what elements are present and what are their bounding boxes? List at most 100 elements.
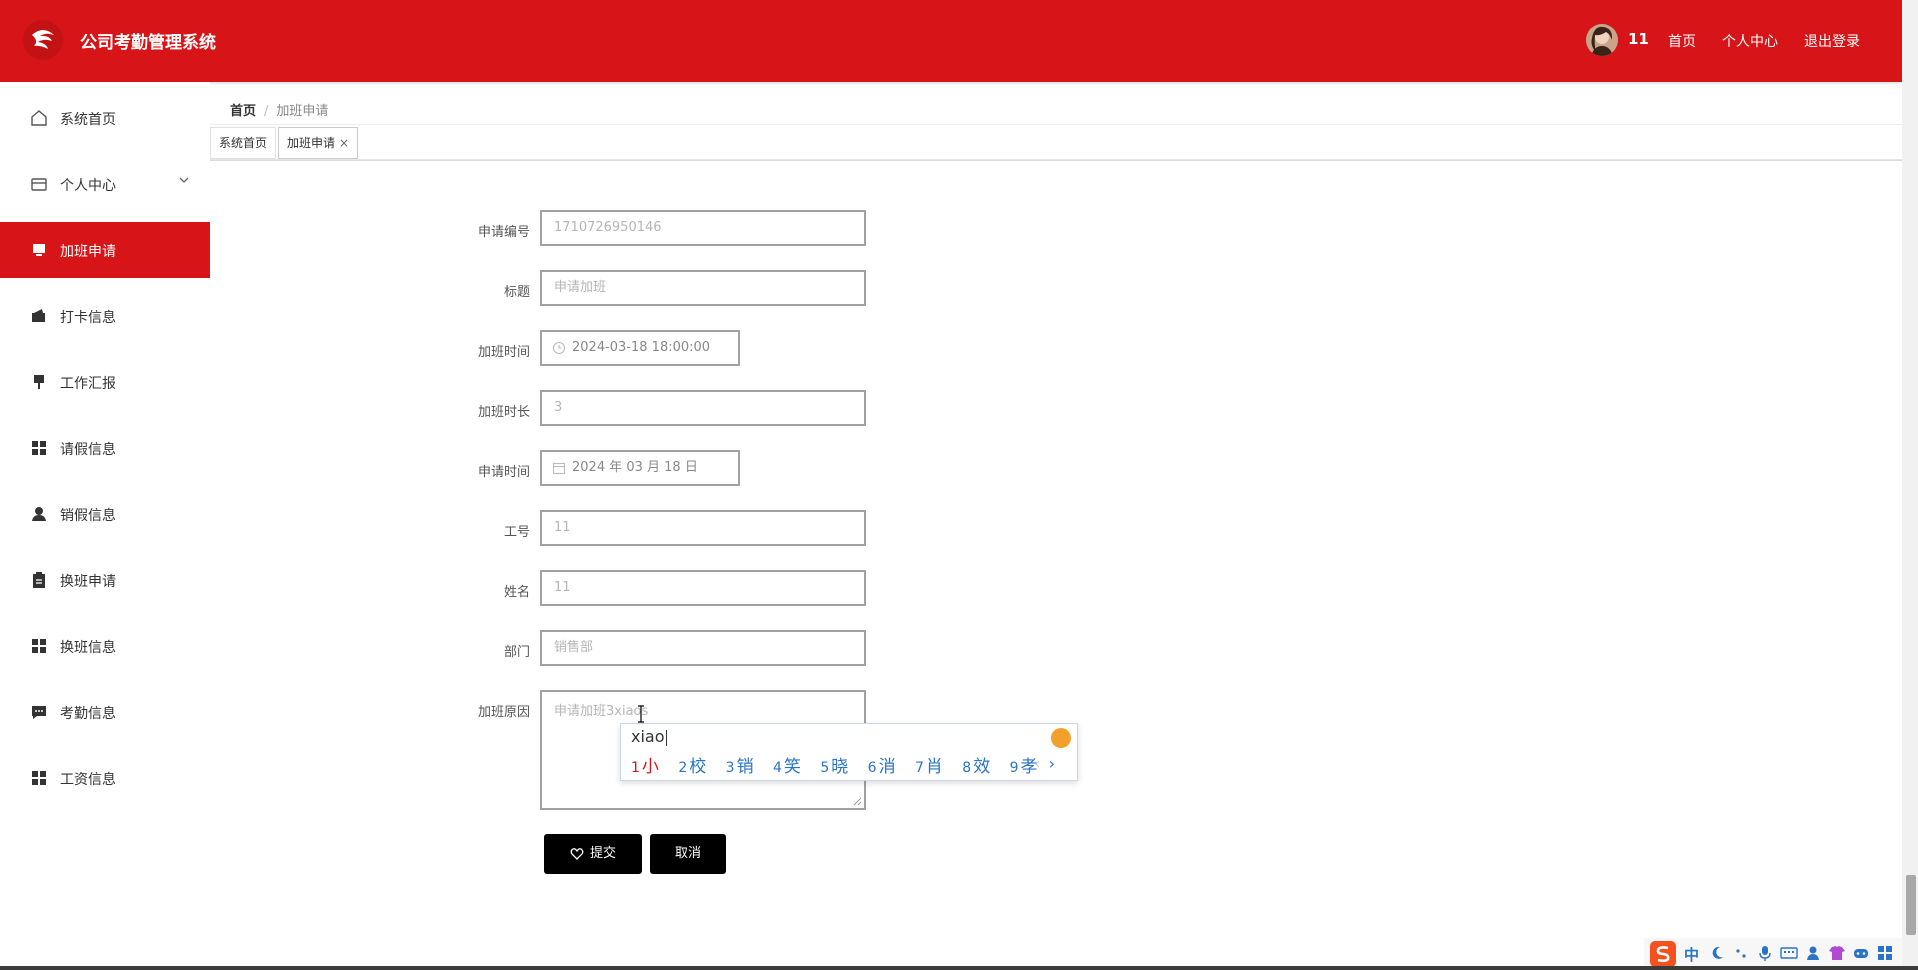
overtime-duration-input[interactable]: 3 (540, 390, 866, 426)
ime-candidate[interactable]: 5晓 (820, 752, 848, 777)
ime-pinyin-input: xiao (631, 727, 667, 746)
sidebar-item-home[interactable]: 系统首页 (0, 90, 210, 146)
sidebar-item-shift-info[interactable]: 换班信息 (0, 618, 210, 674)
sidebar-item-label: 加班申请 (60, 244, 116, 260)
sidebar-item-cancel-leave[interactable]: 销假信息 (0, 486, 210, 542)
sidebar-item-clockin[interactable]: 打卡信息 (0, 288, 210, 344)
application-id-input[interactable]: 1710726950146 (540, 210, 866, 246)
clock-icon (552, 341, 566, 355)
sidebar-item-label: 打卡信息 (60, 310, 116, 326)
gamepad-icon[interactable] (1852, 944, 1870, 962)
ime-candidate-popup: xiao 1小 2校 3销 4笑 5晓 6消 7肖 8效 9孝 ‹ › (620, 723, 1078, 781)
application-date-value: 2024 年 03 月 18 日 (572, 460, 698, 475)
ime-next-page-icon[interactable]: › (1049, 754, 1055, 773)
divider (210, 160, 1902, 161)
ime-prev-page-icon[interactable]: ‹ (1034, 754, 1040, 773)
avatar[interactable] (1586, 24, 1618, 56)
ime-pinyin-text: xiao (631, 727, 665, 746)
sidebar-item-label: 个人中心 (60, 178, 116, 194)
sidebar-item-overtime[interactable]: 加班申请 (0, 222, 210, 278)
sidebar-item-shift-request[interactable]: 换班申请 (0, 552, 210, 608)
tab-label: 加班申请 (287, 136, 336, 150)
user-icon[interactable] (1804, 944, 1822, 962)
sidebar-item-label: 换班信息 (60, 640, 116, 656)
ime-candidate[interactable]: 6消 (868, 752, 896, 777)
application-date-picker[interactable]: 2024 年 03 月 18 日 (540, 450, 740, 486)
overtime-time-picker[interactable]: 2024-03-18 18:00:00 (540, 330, 740, 366)
title-input[interactable]: 申请加班 (540, 270, 866, 306)
tab-home[interactable]: 系统首页 (210, 127, 277, 159)
nav-logout-link[interactable]: 退出登录 (1804, 31, 1860, 51)
cancel-button[interactable]: 取消 (650, 834, 726, 874)
chat-icon (32, 706, 46, 719)
sidebar-item-label: 工资信息 (60, 772, 116, 788)
punctuation-icon[interactable] (1732, 944, 1750, 962)
submit-button[interactable]: 提交 (544, 834, 642, 874)
sidebar: 系统首页 个人中心 加班申请 打卡信息 工作汇报 请假信息 销假信息 换班申请 … (0, 82, 210, 970)
user-icon (32, 507, 46, 521)
breadcrumb-current: 加班申请 (276, 104, 329, 119)
sogou-logo-icon[interactable] (1650, 941, 1676, 967)
microphone-icon[interactable] (1756, 944, 1774, 962)
ime-language-toggle[interactable]: 中 (1684, 944, 1699, 965)
sidebar-item-profile[interactable]: 个人中心 (0, 156, 210, 212)
ime-candidate[interactable]: 2校 (678, 752, 706, 777)
ime-candidate[interactable]: 3销 (726, 752, 754, 777)
nav-profile-link[interactable]: 个人中心 (1722, 31, 1778, 51)
brush-icon (34, 375, 44, 389)
home-icon (31, 110, 47, 126)
submit-label: 提交 (589, 846, 616, 861)
moon-icon[interactable] (1708, 944, 1726, 962)
field-label: 申请时间 (477, 465, 530, 480)
sidebar-item-label: 工作汇报 (60, 376, 116, 392)
ime-candidate[interactable]: 7肖 (915, 752, 943, 777)
breadcrumb-home[interactable]: 首页 (230, 104, 256, 119)
app-title: 公司考勤管理系统 (80, 33, 216, 53)
ime-skin-icon[interactable] (1051, 728, 1071, 748)
sidebar-item-label: 销假信息 (60, 508, 116, 524)
grid-icon (32, 441, 46, 455)
sidebar-item-label: 换班申请 (60, 574, 116, 590)
heart-icon (570, 847, 584, 860)
field-label: 加班时间 (477, 345, 530, 360)
sidebar-item-label: 考勤信息 (60, 706, 116, 722)
ime-candidate[interactable]: 4笑 (773, 752, 801, 777)
ime-candidates: 1小 2校 3销 4笑 5晓 6消 7肖 8效 9孝 (631, 752, 1052, 777)
field-label: 标题 (503, 285, 530, 300)
app-logo (22, 19, 64, 61)
close-icon[interactable]: × (339, 136, 349, 150)
monitor-icon (33, 244, 45, 256)
grid-icon (32, 771, 46, 785)
breadcrumb: 首页 / 加班申请 (230, 100, 328, 119)
keyboard-icon[interactable] (1780, 944, 1798, 962)
sidebar-item-attendance[interactable]: 考勤信息 (0, 684, 210, 740)
grid-icon[interactable] (1876, 944, 1894, 962)
reason-text: 申请加班3xiaos (554, 704, 649, 719)
resize-handle-icon[interactable] (852, 796, 862, 806)
ime-candidate[interactable]: 8效 (962, 752, 990, 777)
name-input[interactable]: 11 (540, 570, 866, 606)
shirt-icon[interactable] (1828, 944, 1846, 962)
tab-overtime[interactable]: 加班申请 × (278, 127, 359, 159)
user-name: 11 (1628, 30, 1649, 48)
field-label: 申请编号 (477, 225, 530, 240)
page-scrollbar[interactable] (1902, 0, 1918, 970)
field-label: 工号 (503, 525, 530, 540)
overtime-time-value: 2024-03-18 18:00:00 (572, 340, 711, 355)
sidebar-item-label: 系统首页 (60, 112, 116, 128)
sidebar-item-salary[interactable]: 工资信息 (0, 750, 210, 806)
field-label: 姓名 (503, 585, 530, 600)
employee-id-input[interactable]: 11 (540, 510, 866, 546)
cancel-label: 取消 (674, 846, 701, 861)
ime-candidate[interactable]: 1小 (631, 752, 659, 777)
field-label: 加班原因 (477, 705, 530, 720)
clipboard-icon (33, 572, 45, 588)
department-input[interactable]: 销售部 (540, 630, 866, 666)
sidebar-item-leave[interactable]: 请假信息 (0, 420, 210, 476)
sidebar-item-report[interactable]: 工作汇报 (0, 354, 210, 410)
nav-home-link[interactable]: 首页 (1668, 31, 1696, 51)
field-label: 加班时长 (477, 405, 530, 420)
text-cursor-icon (638, 705, 644, 723)
tab-label: 系统首页 (219, 136, 268, 150)
scrollbar-thumb[interactable] (1906, 875, 1916, 935)
